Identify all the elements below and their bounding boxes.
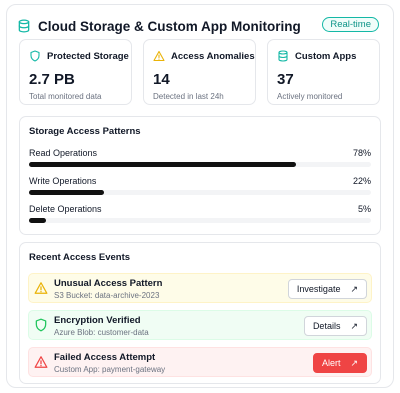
stat-label: Access Anomalies (171, 50, 255, 62)
arrow-up-right-icon: ↗ (350, 283, 358, 294)
investigate-button[interactable]: Investigate ↗ (287, 279, 367, 299)
event-row-failed-access: Failed Access Attempt Custom App: paymen… (28, 347, 372, 377)
database-icon (17, 19, 31, 33)
database-icon (277, 50, 289, 62)
section-title: Storage Access Patterns (29, 126, 141, 137)
stat-value: 2.7 PB (29, 71, 75, 88)
section-title: Recent Access Events (29, 252, 131, 263)
access-patterns-panel: Storage Access Patterns Read Operations … (19, 116, 381, 235)
event-title: Unusual Access Pattern (54, 278, 163, 289)
pattern-label: Write Operations (29, 176, 97, 186)
shield-icon (29, 50, 41, 62)
event-source: Custom App: payment-gateway (54, 365, 166, 374)
alert-button[interactable]: Alert ↗ (312, 353, 367, 373)
alert-triangle-icon (153, 50, 165, 62)
pattern-percent: 78% (352, 148, 371, 158)
button-label: Alert (321, 358, 341, 368)
event-row-unusual-access: Unusual Access Pattern S3 Bucket: data-a… (28, 273, 372, 303)
stat-value: 37 (277, 71, 294, 88)
event-source: Azure Blob: customer-data (54, 328, 149, 337)
pattern-label: Read Operations (29, 148, 98, 158)
event-source: S3 Bucket: data-archive-2023 (54, 291, 160, 300)
pattern-percent: 22% (352, 176, 371, 186)
monitoring-card: Cloud Storage & Custom App Monitoring Re… (6, 4, 394, 388)
pattern-row-write: Write Operations 22% (29, 176, 371, 200)
card-header: Cloud Storage & Custom App Monitoring Re… (17, 15, 383, 37)
page-title: Cloud Storage & Custom App Monitoring (38, 18, 301, 34)
recent-events-panel: Recent Access Events Unusual Access Patt… (19, 242, 381, 384)
event-row-encryption-verified: Encryption Verified Azure Blob: customer… (28, 310, 372, 340)
progress-track (29, 218, 371, 223)
progress-fill (29, 190, 105, 195)
shield-check-icon (34, 318, 48, 332)
arrow-up-right-icon: ↗ (350, 320, 358, 331)
progress-track (29, 162, 371, 167)
stats-row: Protected Storage 2.7 PB Total monitored… (19, 39, 381, 105)
pattern-row-read: Read Operations 78% (29, 148, 371, 172)
stat-label: Protected Storage (47, 50, 129, 62)
button-label: Details (312, 321, 341, 331)
alert-triangle-icon (34, 355, 48, 369)
stat-caption: Total monitored data (29, 92, 102, 101)
progress-fill (29, 162, 296, 167)
event-title: Failed Access Attempt (54, 352, 156, 363)
status-badge: Real-time (322, 17, 379, 32)
stat-card-access-anomalies: Access Anomalies 14 Detected in last 24h (143, 39, 256, 105)
details-button[interactable]: Details ↗ (303, 316, 367, 336)
event-title: Encryption Verified (54, 315, 141, 326)
arrow-up-right-icon: ↗ (350, 357, 358, 368)
progress-fill (29, 218, 47, 223)
pattern-row-delete: Delete Operations 5% (29, 204, 371, 228)
button-label: Investigate (296, 284, 341, 294)
pattern-percent: 5% (357, 204, 371, 214)
pattern-label: Delete Operations (29, 204, 102, 214)
stat-card-protected-storage: Protected Storage 2.7 PB Total monitored… (19, 39, 132, 105)
progress-track (29, 190, 371, 195)
stat-card-custom-apps: Custom Apps 37 Actively monitored (267, 39, 380, 105)
alert-triangle-icon (34, 281, 48, 295)
stat-value: 14 (153, 71, 170, 88)
stat-caption: Detected in last 24h (153, 92, 224, 101)
stat-label: Custom Apps (295, 50, 357, 62)
stat-caption: Actively monitored (277, 92, 343, 101)
